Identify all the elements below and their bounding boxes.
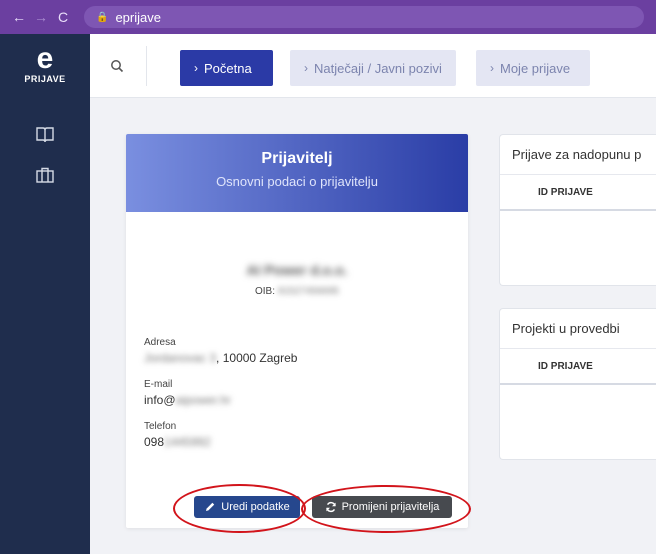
email-prefix: info@	[144, 393, 176, 407]
chevron-right-icon: ›	[194, 61, 198, 75]
pencil-icon	[206, 502, 215, 511]
edit-data-label: Uredi podatke	[221, 501, 290, 513]
address-value: Jordanovac 3, 10000 Zagreb	[144, 351, 468, 365]
tab-label: Natječaji / Javni pozivi	[314, 60, 442, 76]
search-icon[interactable]	[110, 59, 124, 73]
address-city: , 10000 Zagreb	[216, 351, 298, 365]
email-domain: aipower.hr	[175, 393, 231, 407]
email-field: E-mail info@aipower.hr	[144, 379, 468, 407]
edit-data-button[interactable]: Uredi podatke	[194, 496, 300, 518]
column-header-id[interactable]: ID PRIJAVE	[500, 349, 656, 385]
reload-button[interactable]: C	[52, 9, 74, 25]
logo[interactable]: e PRIJAVE	[0, 42, 90, 85]
phone-value: 098 1445992	[144, 435, 468, 449]
company-name: AI Power d.o.o.	[246, 262, 348, 278]
phone-prefix: 098	[144, 435, 165, 449]
email-value: info@aipower.hr	[144, 393, 468, 407]
oib-value: 91527456695	[277, 286, 339, 297]
tab-pocetna[interactable]: › Početna	[180, 50, 273, 86]
chevron-right-icon: ›	[490, 61, 494, 75]
sidebar: e PRIJAVE	[0, 34, 90, 554]
applicant-subtitle: Osnovni podaci o prijavitelju	[216, 174, 378, 189]
column-header-id[interactable]: ID PRIJAVE	[500, 175, 656, 211]
lock-icon: 🔒	[96, 11, 109, 23]
tab-label: Moje prijave	[500, 60, 571, 76]
applicant-title: Prijavitelj	[261, 150, 333, 167]
address-street: Jordanovac 3	[144, 351, 217, 365]
applicant-card: Prijavitelj Osnovni podaci o prijavitelj…	[126, 134, 468, 528]
tab-moje-prijave[interactable]: › Moje prijave	[476, 50, 590, 86]
top-header: › Početna › Natječaji / Javni pozivi › M…	[90, 34, 656, 98]
url-text: eprijave	[115, 9, 161, 25]
address-field: Adresa Jordanovac 3, 10000 Zagreb	[144, 337, 468, 365]
back-button[interactable]: ←	[8, 9, 30, 25]
book-icon[interactable]	[35, 126, 55, 144]
panel-projects-in-progress: Projekti u provedbi ID PRIJAVE	[499, 308, 656, 460]
panel-title: Prijave za nadopunu p	[500, 135, 656, 175]
oib: OIB: 91527456695	[126, 286, 468, 297]
phone-number: 1445992	[164, 435, 211, 449]
tab-label: Početna	[204, 60, 252, 76]
tab-natjecaji[interactable]: › Natječaji / Javni pozivi	[290, 50, 456, 86]
change-applicant-label: Promijeni prijavitelja	[341, 501, 440, 513]
change-applicant-button[interactable]: Promijeni prijavitelja	[312, 496, 452, 518]
header-divider	[146, 46, 147, 86]
panel-title: Projekti u provedbi	[500, 309, 656, 349]
applicant-card-header: Prijavitelj Osnovni podaci o prijavitelj…	[126, 134, 468, 212]
phone-label: Telefon	[144, 421, 177, 432]
panel-pending-applications: Prijave za nadopunu p ID PRIJAVE	[499, 134, 656, 286]
address-bar[interactable]: 🔒 eprijave	[84, 6, 644, 28]
phone-field: Telefon 098 1445992	[144, 421, 468, 449]
address-label: Adresa	[144, 337, 176, 348]
browser-bar: ← → C 🔒 eprijave	[0, 0, 656, 34]
email-label: E-mail	[144, 379, 173, 390]
forward-button[interactable]: →	[30, 9, 52, 25]
chevron-right-icon: ›	[304, 61, 308, 75]
refresh-icon	[325, 501, 336, 513]
logo-text: PRIJAVE	[24, 74, 66, 84]
logo-letter: e	[36, 42, 54, 75]
oib-label: OIB:	[255, 286, 276, 297]
briefcase-icon[interactable]	[35, 166, 55, 184]
